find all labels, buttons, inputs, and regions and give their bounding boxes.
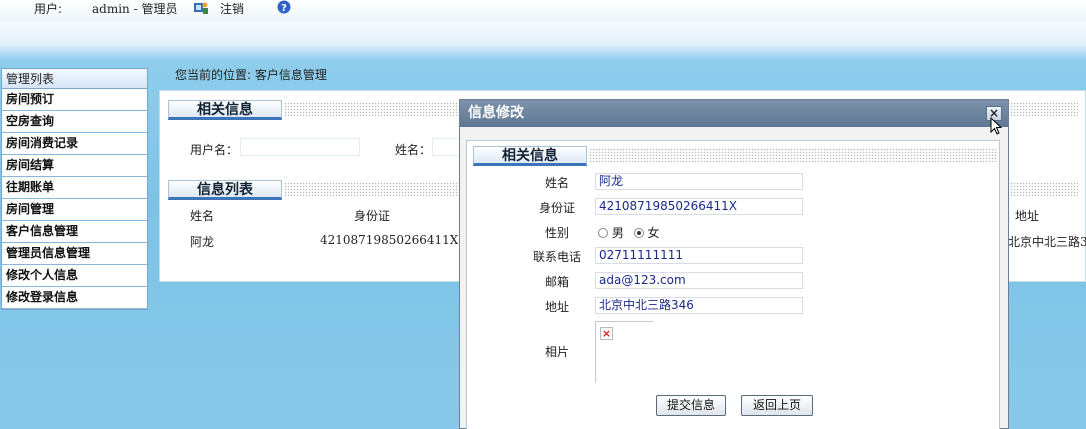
dialog-section-header: 相关信息 bbox=[473, 146, 997, 166]
sidebar-item-edit-profile[interactable]: 修改个人信息 bbox=[2, 265, 147, 287]
sidebar-item-customer-info[interactable]: 客户信息管理 bbox=[2, 221, 147, 243]
help-icon[interactable]: ? bbox=[277, 0, 291, 17]
edit-dialog: 信息修改 × 相关信息 姓名 阿龙 身份证 42108719850266411X… bbox=[459, 99, 1009, 429]
gender-female-radio[interactable] bbox=[633, 228, 644, 238]
submit-button[interactable]: 提交信息 bbox=[656, 395, 726, 416]
sidebar-item-room-management[interactable]: 房间管理 bbox=[2, 199, 147, 221]
field-label: 邮箱 bbox=[544, 275, 569, 289]
sidebar-item-room-booking[interactable]: 房间预订 bbox=[2, 89, 147, 111]
column-header-address: 地址 bbox=[1015, 209, 1040, 223]
svg-text:?: ? bbox=[281, 3, 287, 14]
logout-icon[interactable] bbox=[193, 0, 209, 19]
dialog-section-title: 相关信息 bbox=[473, 146, 587, 166]
column-header-id-card: 身份证 bbox=[354, 209, 391, 223]
field-label: 身份证 bbox=[538, 201, 575, 215]
gender-options: 男 女 bbox=[598, 224, 660, 241]
username-input[interactable] bbox=[240, 138, 360, 156]
sidebar-item-admin-info[interactable]: 管理员信息管理 bbox=[2, 243, 147, 265]
field-label: 姓名 bbox=[544, 176, 569, 190]
user-label: 用户: bbox=[34, 2, 63, 16]
name-input[interactable]: 阿龙 bbox=[595, 173, 803, 190]
address-input[interactable]: 北京中北三路346 bbox=[595, 297, 803, 314]
cell-id-card: 42108719850266411X bbox=[320, 233, 459, 247]
sidebar-header: 管理列表 bbox=[2, 69, 147, 89]
logout-link[interactable]: 注销 bbox=[220, 1, 244, 17]
cell-address: 北京中北三路346 bbox=[1008, 235, 1086, 249]
gender-male-radio[interactable] bbox=[598, 228, 608, 238]
sidebar-item-edit-login[interactable]: 修改登录信息 bbox=[2, 287, 147, 309]
list-section-title: 信息列表 bbox=[168, 180, 282, 200]
field-photo: 相片 × bbox=[467, 319, 1001, 385]
name-label: 姓名： bbox=[395, 143, 432, 157]
sidebar-item-vacant-room-query[interactable]: 空房查询 bbox=[2, 111, 147, 133]
name-input[interactable] bbox=[432, 138, 462, 156]
phone-input[interactable]: 02711111111 bbox=[595, 247, 803, 264]
field-label: 联系电话 bbox=[532, 250, 581, 264]
sidebar-item-past-bills[interactable]: 往期账单 bbox=[2, 177, 147, 199]
mouse-cursor-icon bbox=[990, 117, 1003, 135]
gender-female-label: 女 bbox=[647, 226, 660, 240]
id-card-input[interactable]: 42108719850266411X bbox=[595, 198, 803, 215]
user-value: admin - 管理员 bbox=[92, 2, 178, 16]
broken-image-icon: × bbox=[600, 327, 613, 340]
dialog-title: 信息修改 bbox=[460, 100, 1008, 127]
sidebar-item-room-consumption[interactable]: 房间消费记录 bbox=[2, 133, 147, 155]
column-header-name: 姓名 bbox=[190, 209, 215, 223]
back-button[interactable]: 返回上页 bbox=[741, 395, 813, 416]
field-label: 地址 bbox=[544, 300, 569, 314]
search-section-title: 相关信息 bbox=[168, 100, 282, 120]
photo-placeholder: × bbox=[595, 321, 653, 383]
field-label: 性别 bbox=[544, 226, 569, 240]
dialog-body: 相关信息 姓名 阿龙 身份证 42108719850266411X 性别 男 女… bbox=[466, 140, 1000, 429]
top-bar: 用户: admin - 管理员 注销 ? bbox=[0, 0, 1086, 22]
email-input[interactable]: ada@123.com bbox=[595, 272, 803, 289]
gender-male-label: 男 bbox=[611, 226, 624, 240]
cell-name: 阿龙 bbox=[190, 235, 215, 249]
field-label: 相片 bbox=[544, 345, 569, 359]
breadcrumb: 您当前的位置: 客户信息管理 bbox=[175, 68, 327, 82]
username-label: 用户名： bbox=[190, 143, 239, 157]
sidebar-item-room-checkout[interactable]: 房间结算 bbox=[2, 155, 147, 177]
section-divider bbox=[589, 148, 997, 162]
sidebar: 管理列表 房间预订 空房查询 房间消费记录 房间结算 往期账单 房间管理 客户信… bbox=[1, 68, 148, 310]
